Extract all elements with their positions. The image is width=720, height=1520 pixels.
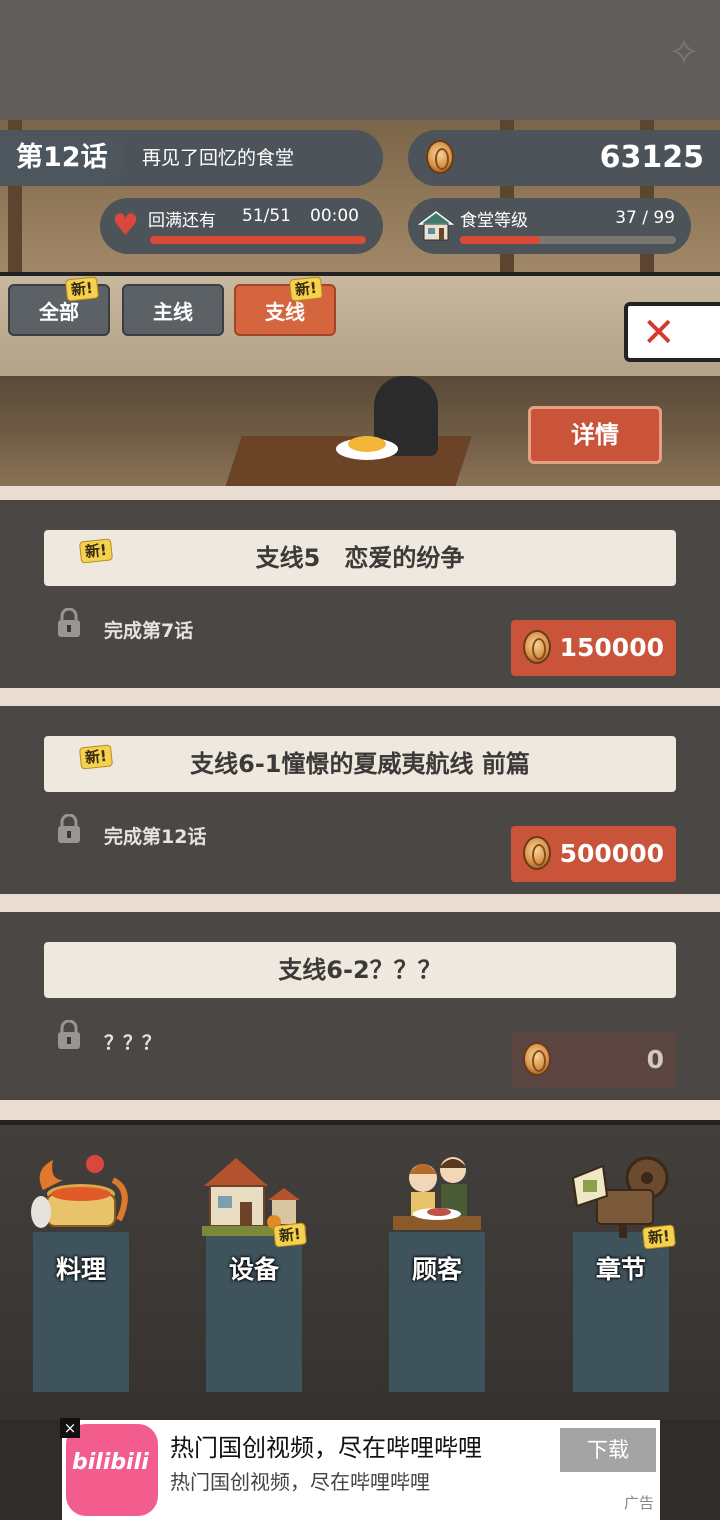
canteen-level-pill: 食堂等级 37 / 99 (408, 198, 691, 254)
unlock-cost-button[interactable]: 0 (511, 1032, 676, 1088)
canteen-level-fill (460, 236, 540, 244)
quest-new-badge: 新! (78, 744, 113, 770)
lock-icon (58, 1020, 80, 1049)
lock-icon (58, 608, 80, 637)
canteen-level-track (460, 236, 676, 244)
quest-title: 支线6-1憧憬的夏威夷航线 前篇 (44, 736, 676, 792)
unlock-cost-value: 0 (646, 1045, 664, 1074)
unlock-cost-value: 500000 (559, 839, 664, 868)
house-icon (418, 211, 454, 241)
coin-icon (523, 836, 551, 870)
chapter-number: 第12话 (0, 130, 126, 186)
chapter-pill: 第12话 再见了回忆的食堂 (0, 130, 383, 186)
quest-title: 支线5 恋爱的纷争 (44, 530, 676, 586)
nav-label: 顾客 (411, 1255, 462, 1284)
nav-label: 章节 (595, 1255, 646, 1284)
detail-button[interactable]: 详情 (528, 406, 662, 464)
stamina-timer: 00:00 (310, 206, 359, 226)
tab-side-new-badge: 新! (288, 276, 323, 302)
coin-value: 63125 (599, 140, 704, 175)
quest-new-badge: 新! (78, 538, 113, 564)
coin-icon (426, 140, 454, 174)
quest-list: 支线5 恋爱的纷争 新! 完成第7话 150000 支线6-1憧憬的夏威夷航线 … (0, 486, 720, 1120)
lock-icon (58, 814, 80, 843)
quest-card: 支线6-2？？？ ？？？ 0 (0, 912, 720, 1100)
nav-chapters[interactable]: 新! 章节 (571, 1150, 676, 1392)
stamina-label: 回满还有 (148, 211, 216, 231)
ad-title: 热门国创视频，尽在哔哩哔哩 (170, 1434, 482, 1462)
tab-main-label: 主线 (153, 300, 193, 324)
sparkle-icon: ✧ (668, 30, 700, 74)
nav-equipment[interactable]: 新! 设备 (202, 1150, 307, 1392)
chapter-title: 再见了回忆的食堂 (142, 147, 295, 169)
coin-counter: 63125 (408, 130, 720, 186)
quest-requirement: ？？？ (104, 1032, 162, 1054)
top-shade: ✧ (0, 0, 720, 120)
ad-download-button[interactable]: 下载 (560, 1428, 656, 1472)
close-button[interactable]: ✕ (624, 302, 720, 362)
tab-all-new-badge: 新! (64, 276, 99, 302)
coin-icon (523, 1042, 551, 1076)
nav-cooking[interactable]: 料理 (31, 1150, 129, 1392)
stamina-pill: ♥ 回满还有 51/51 00:00 (100, 198, 383, 254)
ad-banner[interactable]: bilibili 热门国创视频，尽在哔哩哔哩 热门国创视频，尽在哔哩哔哩 下载 … (62, 1420, 660, 1520)
tab-side-label: 支线 (265, 300, 305, 324)
omelet-rice-icon (348, 436, 386, 452)
close-x-icon: ✕ (642, 310, 676, 356)
heart-icon: ♥ (112, 208, 139, 243)
ad-close-icon[interactable]: × (60, 1418, 80, 1438)
nav-customers[interactable]: 顾客 (389, 1150, 485, 1392)
quest-title: 支线6-2？？？ (44, 942, 676, 998)
customers-icon (393, 1157, 481, 1230)
nav-new-badge: 新! (272, 1222, 307, 1248)
unlock-cost-value: 150000 (559, 633, 664, 662)
cooking-pot-icon (31, 1155, 128, 1228)
unlock-cost-button[interactable]: 150000 (511, 620, 676, 676)
canteen-level-value: 37 / 99 (615, 208, 675, 228)
quest-requirement: 完成第12话 (104, 826, 207, 848)
nav-label: 料理 (55, 1255, 106, 1284)
ad-tag: 广告 (623, 1494, 654, 1512)
bilibili-logo-text: bilibili (72, 1450, 149, 1475)
stamina-bar (150, 236, 366, 244)
quest-card: 支线6-1憧憬的夏威夷航线 前篇 新! 完成第12话 500000 (0, 706, 720, 894)
nav-label: 设备 (228, 1255, 279, 1284)
ad-subtitle: 热门国创视频，尽在哔哩哔哩 (170, 1470, 430, 1494)
canteen-level-label: 食堂等级 (460, 211, 528, 231)
quest-card: 支线5 恋爱的纷争 新! 完成第7话 150000 (0, 500, 720, 688)
stamina-value: 51/51 (242, 206, 291, 226)
tab-all-label: 全部 (39, 300, 79, 324)
tab-main[interactable]: 主线 (122, 284, 224, 336)
quest-requirement: 完成第7话 (104, 620, 194, 642)
unlock-cost-button[interactable]: 500000 (511, 826, 676, 882)
coin-icon (523, 630, 551, 664)
nav-new-badge: 新! (641, 1224, 676, 1250)
